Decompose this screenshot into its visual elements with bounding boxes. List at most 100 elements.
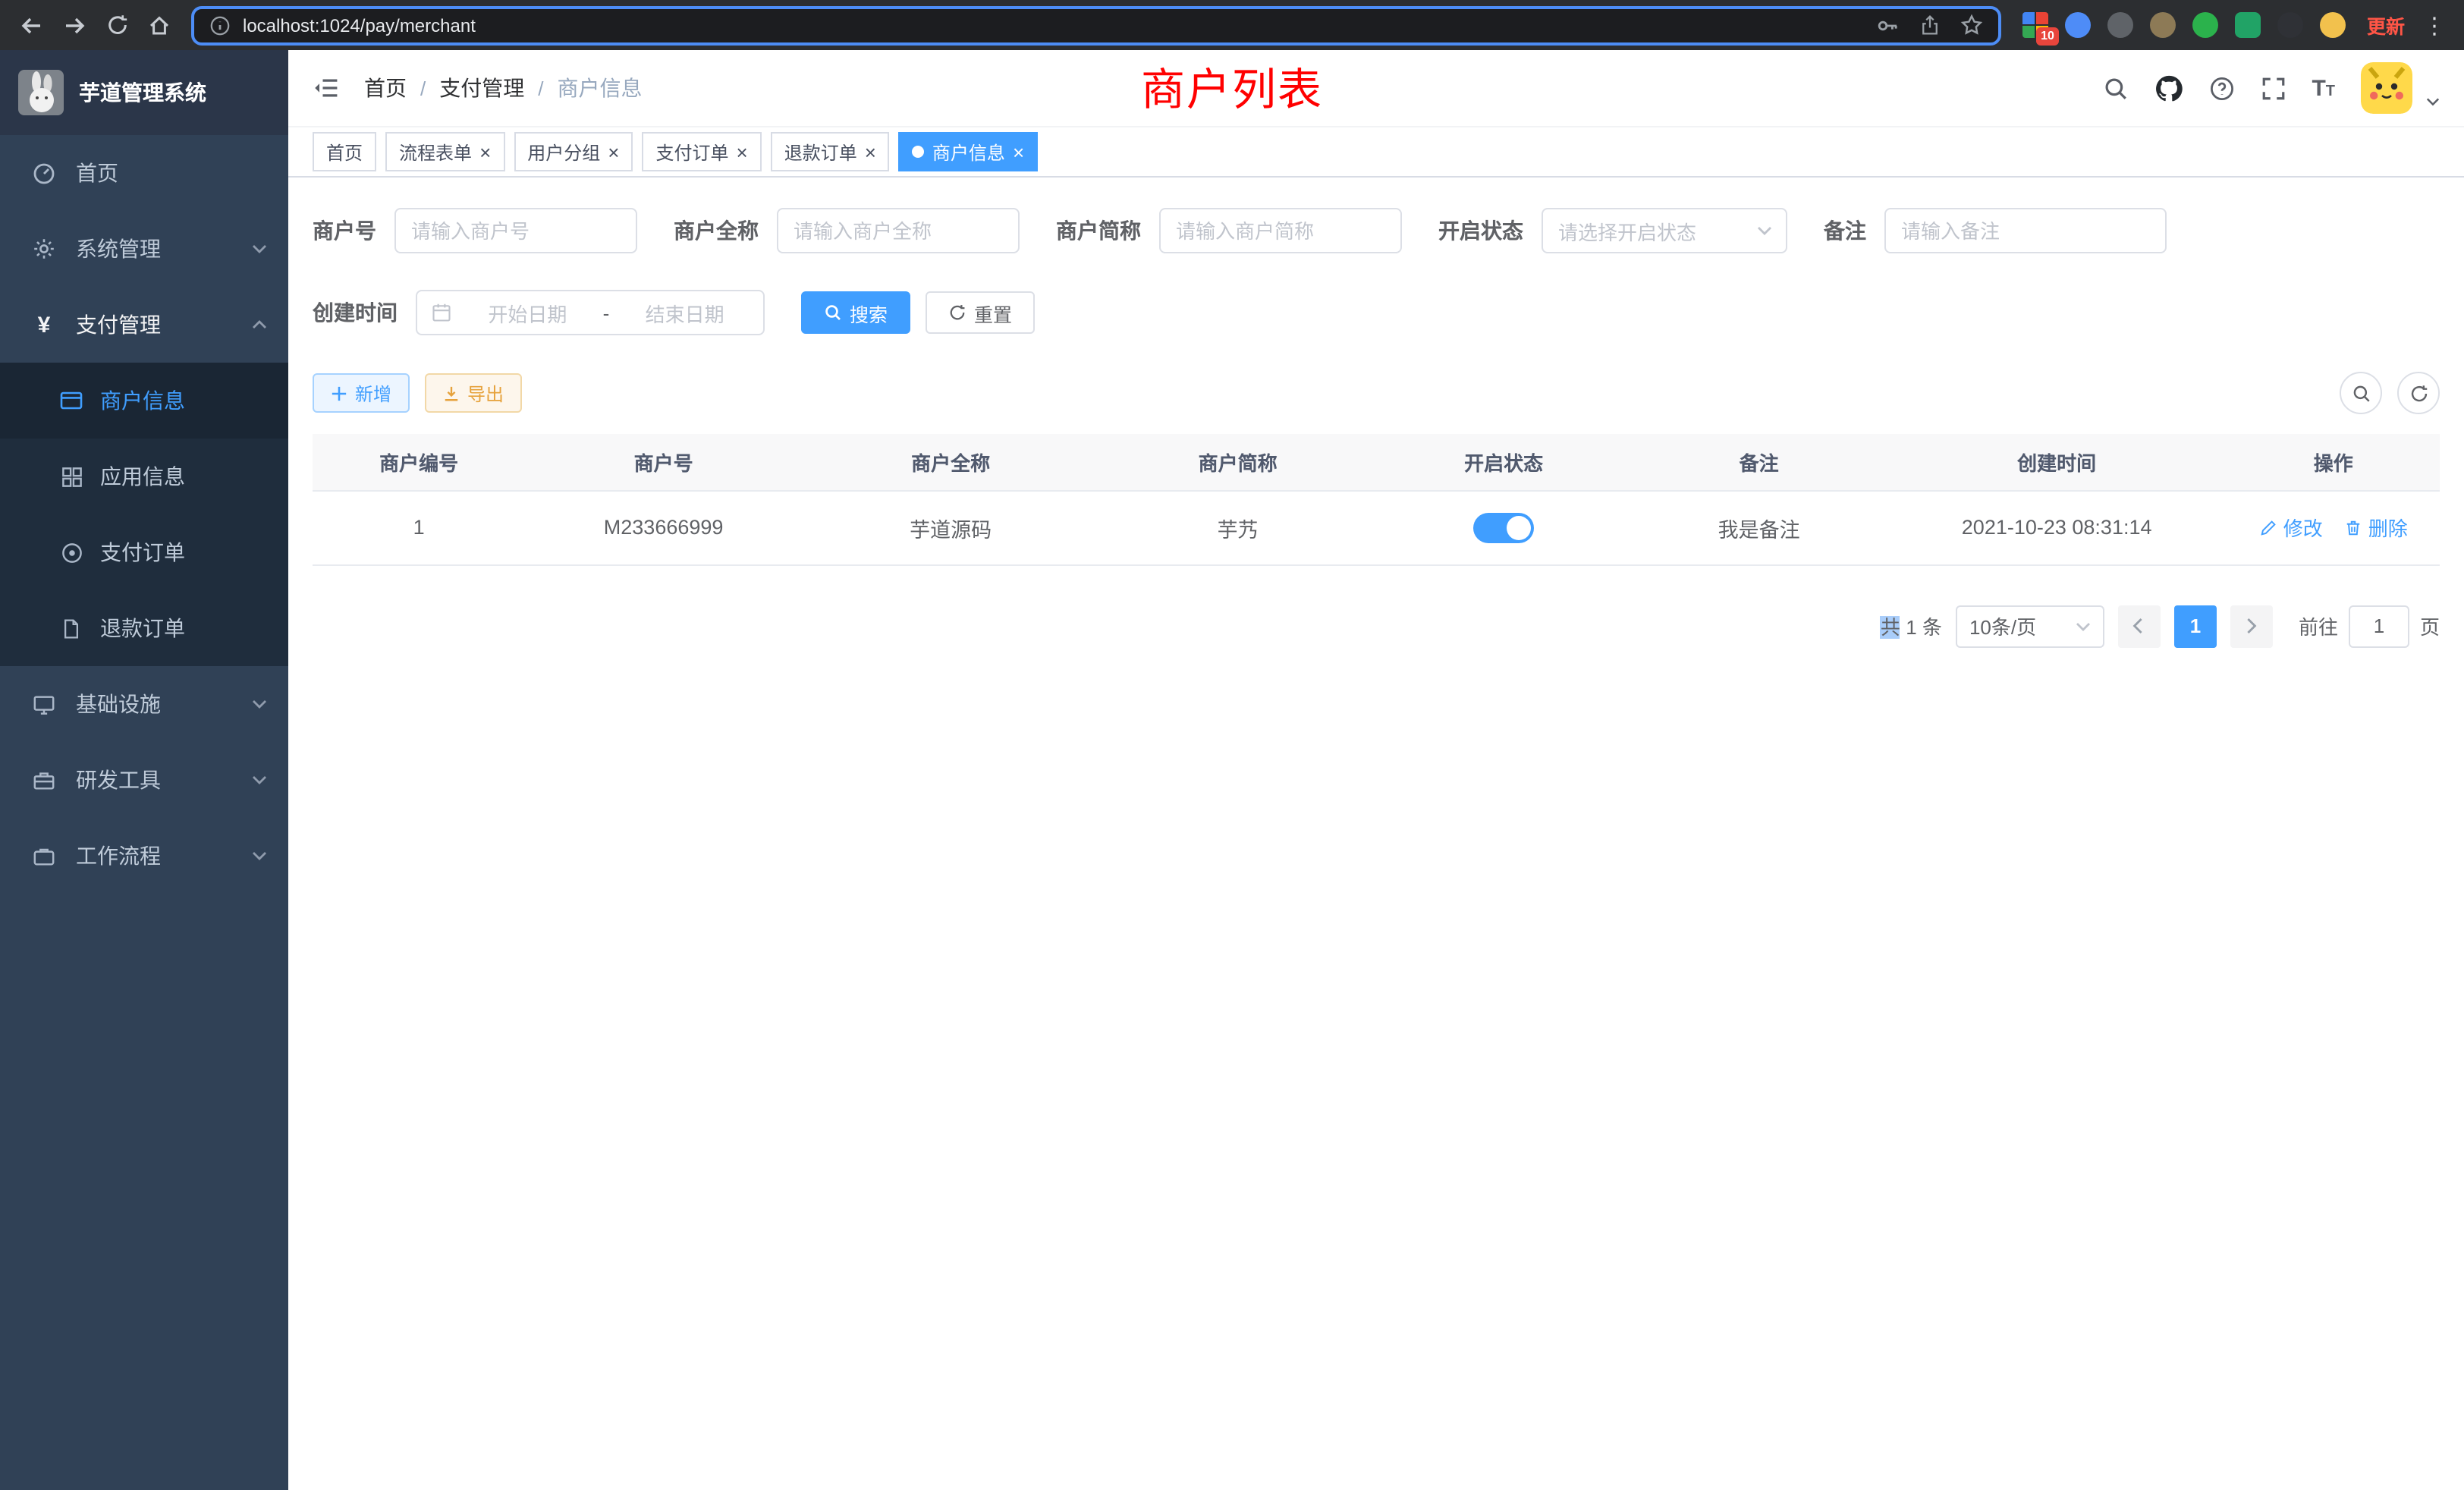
- fullscreen-icon[interactable]: [2260, 75, 2286, 101]
- tab-merchant-info[interactable]: 商户信息 ×: [899, 132, 1038, 171]
- site-info-icon[interactable]: [209, 14, 231, 36]
- back-icon[interactable]: [12, 5, 52, 45]
- share-icon[interactable]: [1919, 14, 1941, 36]
- extensions-cluster: 10: [2013, 12, 2355, 38]
- circle-target-icon: [58, 541, 85, 564]
- app-title: 芋道管理系统: [79, 77, 206, 108]
- merchant-no-label: 商户号: [313, 215, 376, 246]
- github-icon[interactable]: [2154, 74, 2183, 102]
- close-icon[interactable]: ×: [479, 142, 491, 162]
- goto-page-input[interactable]: [2349, 605, 2409, 647]
- sidebar-item-pay-orders[interactable]: 支付订单: [0, 514, 288, 590]
- extension-green-circle-icon[interactable]: [2192, 12, 2218, 38]
- full-name-label: 商户全称: [674, 215, 759, 246]
- close-icon[interactable]: ×: [608, 142, 619, 162]
- close-icon[interactable]: ×: [737, 142, 748, 162]
- trash-icon: [2344, 518, 2362, 536]
- toggle-search-icon[interactable]: [2340, 372, 2382, 414]
- breadcrumb-merchant-info: 商户信息: [558, 73, 643, 103]
- sidebar-item-dev-tools[interactable]: 研发工具: [0, 742, 288, 818]
- calendar-icon: [431, 302, 452, 323]
- table-toolbar: 新增 导出: [313, 372, 2440, 414]
- grid-icon: [58, 465, 85, 488]
- refresh-table-icon[interactable]: [2397, 372, 2440, 414]
- col-merchant-id: 商户编号: [313, 434, 525, 490]
- sidebar-item-home[interactable]: 首页: [0, 135, 288, 211]
- refresh-icon: [948, 303, 966, 322]
- delete-button[interactable]: 删除: [2344, 513, 2408, 542]
- chevron-down-icon: [252, 851, 267, 860]
- create-time-range-picker[interactable]: 开始日期 - 结束日期: [416, 290, 765, 335]
- tab-home[interactable]: 首页: [313, 132, 376, 171]
- tab-pay-orders[interactable]: 支付订单 ×: [642, 132, 761, 171]
- breadcrumb-payment[interactable]: 支付管理: [439, 73, 524, 103]
- tags-view-bar: 首页 流程表单 × 用户分组 × 支付订单 × 退款订单 ×: [288, 126, 2464, 178]
- status-toggle[interactable]: [1473, 512, 1534, 542]
- extension-avatar-icon[interactable]: [2150, 12, 2176, 38]
- sidebar-logo[interactable]: 芋道管理系统: [0, 50, 288, 135]
- address-bar[interactable]: localhost:1024/pay/merchant: [191, 5, 2001, 45]
- page-number-button[interactable]: 1: [2174, 605, 2217, 647]
- header-search-icon[interactable]: [2102, 75, 2128, 101]
- breadcrumb-home[interactable]: 首页: [364, 73, 407, 103]
- full-name-input[interactable]: [777, 208, 1020, 253]
- page-size-select[interactable]: 10条/页: [1956, 605, 2104, 647]
- status-label: 开启状态: [1438, 215, 1523, 246]
- chrome-update-button[interactable]: 更新: [2367, 11, 2405, 39]
- extension-blue-icon[interactable]: [2065, 12, 2091, 38]
- next-page-button[interactable]: [2230, 605, 2273, 647]
- extension-dark-icon[interactable]: [2277, 12, 2303, 38]
- url-text[interactable]: localhost:1024/pay/merchant: [243, 14, 1863, 36]
- status-select[interactable]: 请选择开启状态: [1542, 208, 1787, 253]
- breadcrumb-separator: /: [538, 77, 543, 99]
- export-button[interactable]: 导出: [425, 373, 522, 413]
- sidebar-item-infrastructure[interactable]: 基础设施: [0, 666, 288, 742]
- extension-gray-icon[interactable]: [2107, 12, 2133, 38]
- sidebar-item-merchant-info[interactable]: 商户信息: [0, 363, 288, 439]
- sidebar-item-system[interactable]: 系统管理: [0, 211, 288, 287]
- extension-yellow-avatar-icon[interactable]: [2320, 12, 2346, 38]
- password-key-icon[interactable]: [1875, 13, 1900, 37]
- user-menu-caret-icon[interactable]: [2426, 97, 2440, 106]
- sidebar-item-app-info[interactable]: 应用信息: [0, 439, 288, 514]
- edit-button[interactable]: 修改: [2259, 513, 2323, 542]
- add-button[interactable]: 新增: [313, 373, 410, 413]
- table-row[interactable]: 1 M233666999 芋道源码 芋艿 我是备注 2021-10-23 08:…: [313, 490, 2440, 564]
- sidebar-item-workflow[interactable]: 工作流程: [0, 818, 288, 894]
- short-name-input[interactable]: [1159, 208, 1402, 253]
- bookmark-star-icon[interactable]: [1960, 14, 1983, 36]
- breadcrumb-separator: /: [420, 77, 426, 99]
- toolbox-icon: [30, 769, 58, 791]
- close-icon[interactable]: ×: [865, 142, 876, 162]
- extension-green-square-icon[interactable]: [2235, 12, 2261, 38]
- sidebar: 芋道管理系统 首页 系统管理 ¥ 支付管理: [0, 50, 288, 1490]
- user-avatar[interactable]: [2361, 62, 2412, 114]
- sidebar-item-payment[interactable]: ¥ 支付管理: [0, 287, 288, 363]
- sidebar-item-refund-orders[interactable]: 退款订单: [0, 590, 288, 666]
- home-icon[interactable]: [140, 5, 179, 45]
- briefcase-icon: [30, 844, 58, 867]
- merchant-no-input[interactable]: [394, 208, 637, 253]
- cell-merchant-id: 1: [313, 490, 525, 564]
- help-icon[interactable]: [2208, 75, 2234, 101]
- font-size-icon[interactable]: TT: [2312, 77, 2335, 99]
- close-icon[interactable]: ×: [1013, 142, 1024, 162]
- prev-page-button[interactable]: [2118, 605, 2161, 647]
- active-tab-dot: [913, 146, 925, 158]
- extension-grid-icon[interactable]: 10: [2022, 12, 2048, 38]
- collapse-sidebar-icon[interactable]: [313, 74, 340, 102]
- forward-icon[interactable]: [55, 5, 94, 45]
- reset-button[interactable]: 重置: [926, 291, 1035, 334]
- remark-label: 备注: [1824, 215, 1866, 246]
- tab-refund-orders[interactable]: 退款订单 ×: [771, 132, 890, 171]
- breadcrumb: 首页 / 支付管理 / 商户信息: [364, 73, 643, 103]
- tab-process-form[interactable]: 流程表单 ×: [385, 132, 504, 171]
- tab-user-group[interactable]: 用户分组 ×: [514, 132, 633, 171]
- search-button[interactable]: 搜索: [801, 291, 910, 334]
- merchant-table: 商户编号 商户号 商户全称 商户简称 开启状态 备注 创建时间 操作 1: [313, 434, 2440, 565]
- reload-icon[interactable]: [97, 5, 137, 45]
- remark-input[interactable]: [1884, 208, 2167, 253]
- document-icon: [58, 617, 85, 640]
- col-create-time: 创建时间: [1887, 434, 2227, 490]
- browser-menu-icon[interactable]: ⋮: [2417, 11, 2452, 39]
